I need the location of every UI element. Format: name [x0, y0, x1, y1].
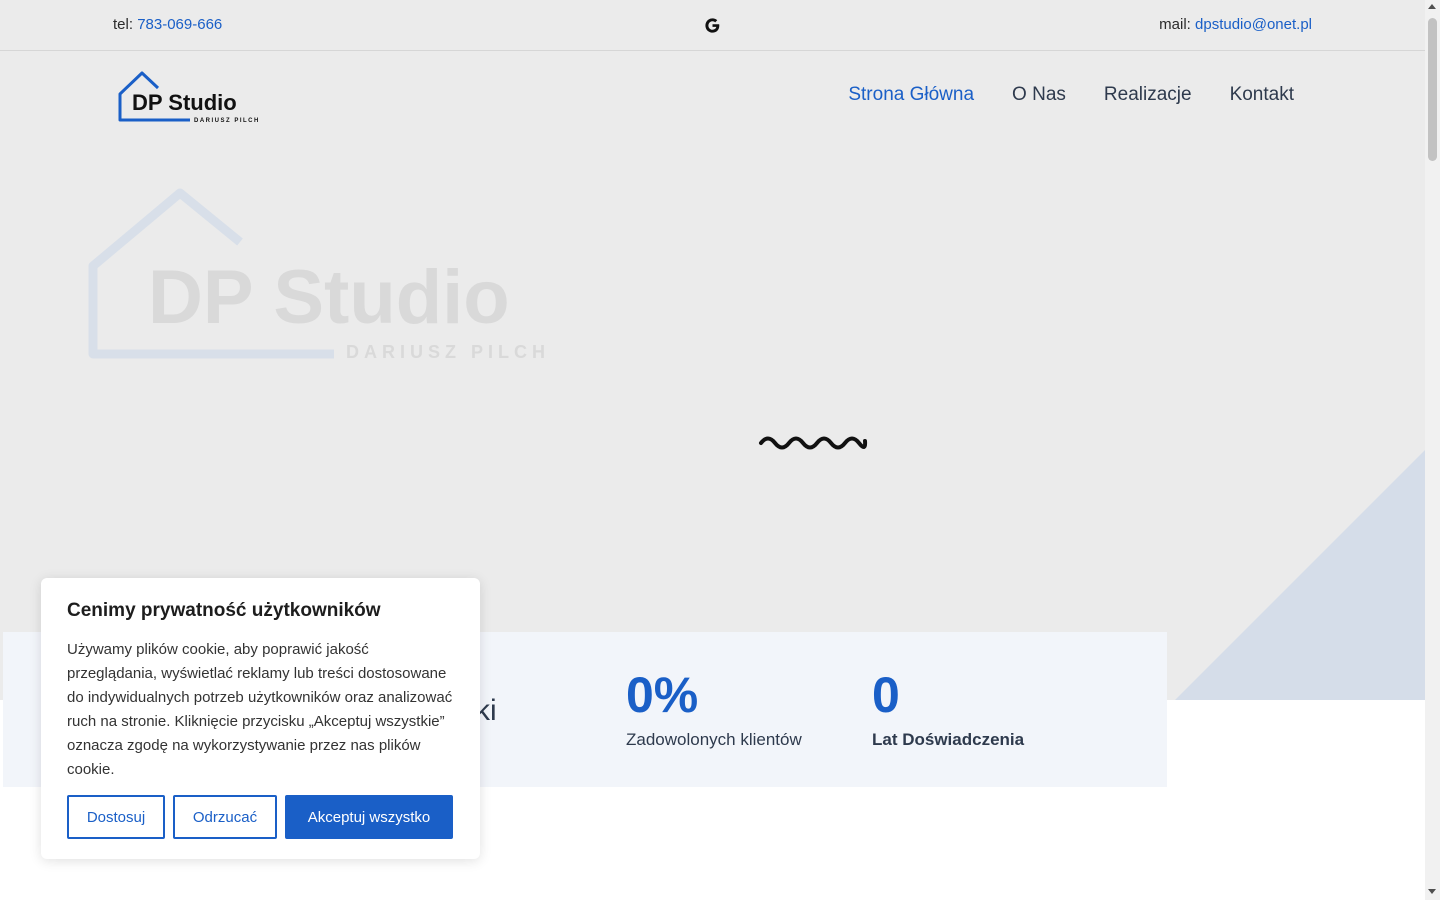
- email-label: mail:: [1159, 16, 1191, 33]
- customize-button[interactable]: Dostosuj: [67, 795, 165, 839]
- watermark-tagline: DARIUSZ PILCH: [346, 342, 548, 362]
- top-contact-bar: tel: 783-069-666 mail: dpstudio@onet.pl: [0, 0, 1425, 51]
- scroll-down-arrow-icon[interactable]: [1428, 889, 1436, 894]
- stat-value: 0%: [626, 667, 699, 723]
- stat-years-experience: 0 Lat Doświadczenia: [872, 670, 1024, 750]
- scrollbar-thumb[interactable]: [1428, 18, 1437, 161]
- wave-loader-icon: [759, 436, 868, 450]
- nav-item-about[interactable]: O Nas: [1012, 84, 1066, 106]
- stat-value: 0: [872, 667, 900, 723]
- logo-name: DP Studio: [132, 90, 237, 115]
- page-viewport: tel: 783-069-666 mail: dpstudio@onet.pl …: [0, 0, 1425, 900]
- accept-all-button[interactable]: Akceptuj wszystko: [285, 795, 453, 839]
- nav-item-contact[interactable]: Kontakt: [1230, 84, 1294, 106]
- cookie-title: Cenimy prywatność użytkowników: [67, 600, 381, 621]
- phone-link[interactable]: 783-069-666: [137, 16, 222, 33]
- nav-item-projects[interactable]: Realizacje: [1104, 84, 1192, 106]
- watermark-name: DP Studio: [148, 255, 510, 340]
- cookie-body: Używamy plików cookie, aby poprawić jako…: [67, 641, 453, 778]
- stat-label: Lat Doświadczenia: [872, 730, 1025, 749]
- cookie-consent-panel: Cenimy prywatność użytkowników Używamy p…: [41, 578, 480, 859]
- reject-button[interactable]: Odrzucać: [173, 795, 277, 839]
- phone-contact: tel: 783-069-666: [113, 16, 222, 33]
- page-scrollbar[interactable]: [1425, 0, 1440, 900]
- house-logo-icon: DP Studio DARIUSZ PILCH: [118, 71, 260, 124]
- stat-label: Zadowolonych klientów: [626, 730, 802, 749]
- watermark-logo: DP Studio DARIUSZ PILCH: [88, 188, 548, 362]
- main-navigation: Strona Główna O Nas Realizacje Kontakt: [848, 84, 1294, 106]
- logo-tagline: DARIUSZ PILCH: [194, 118, 260, 124]
- scroll-up-arrow-icon[interactable]: [1428, 4, 1436, 9]
- cookie-buttons: Dostosuj Odrzucać Akceptuj wszystko: [67, 795, 453, 839]
- phone-label: tel:: [113, 16, 134, 33]
- site-logo[interactable]: DP Studio DARIUSZ PILCH: [112, 68, 262, 126]
- email-contact: mail: dpstudio@onet.pl: [1159, 16, 1312, 33]
- nav-item-home[interactable]: Strona Główna: [848, 84, 974, 106]
- email-link[interactable]: dpstudio@onet.pl: [1195, 16, 1312, 33]
- google-icon[interactable]: [704, 17, 721, 34]
- stat-satisfied-clients: 0% Zadowolonych klientów: [626, 670, 802, 750]
